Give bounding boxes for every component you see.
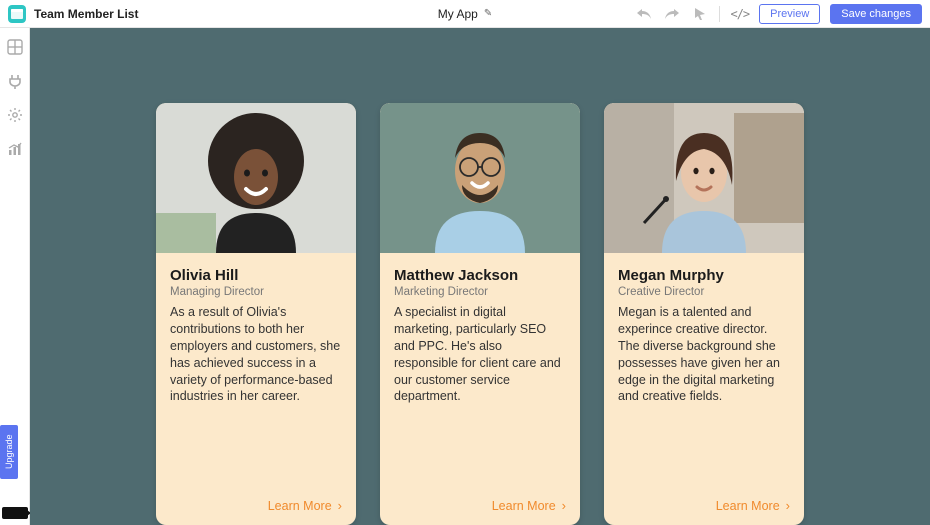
bottom-badge-icon[interactable] bbox=[2, 507, 28, 519]
main: Upgrade Oliv bbox=[0, 28, 930, 525]
plugin-icon[interactable] bbox=[6, 72, 24, 90]
learn-more-link[interactable]: Learn More › bbox=[716, 484, 790, 513]
card-body: Olivia Hill Managing Director As a resul… bbox=[156, 253, 356, 525]
member-bio: A specialist in digital marketing, parti… bbox=[394, 304, 566, 405]
save-button[interactable]: Save changes bbox=[830, 4, 922, 24]
topbar: Team Member List My App ✎ </> Preview Sa… bbox=[0, 0, 930, 28]
learn-more-link[interactable]: Learn More › bbox=[492, 484, 566, 513]
undo-icon[interactable] bbox=[635, 5, 653, 23]
app-logo[interactable] bbox=[8, 5, 26, 23]
team-card[interactable]: Matthew Jackson Marketing Director A spe… bbox=[380, 103, 580, 525]
settings-icon[interactable] bbox=[6, 106, 24, 124]
cursor-icon[interactable] bbox=[691, 5, 709, 23]
member-photo bbox=[156, 103, 356, 253]
app-name-group[interactable]: My App ✎ bbox=[438, 7, 492, 21]
chevron-right-icon: › bbox=[786, 498, 790, 513]
learn-more-label: Learn More bbox=[716, 499, 780, 513]
edit-icon[interactable]: ✎ bbox=[484, 8, 492, 19]
card-body: Matthew Jackson Marketing Director A spe… bbox=[380, 253, 580, 525]
chevron-right-icon: › bbox=[562, 498, 566, 513]
member-name: Matthew Jackson bbox=[394, 267, 566, 284]
learn-more-label: Learn More bbox=[492, 499, 556, 513]
card-body: Megan Murphy Creative Director Megan is … bbox=[604, 253, 804, 525]
member-photo bbox=[380, 103, 580, 253]
chevron-right-icon: › bbox=[338, 498, 342, 513]
member-role: Marketing Director bbox=[394, 286, 566, 298]
member-bio: As a result of Olivia's contributions to… bbox=[170, 304, 342, 405]
team-card[interactable]: Megan Murphy Creative Director Megan is … bbox=[604, 103, 804, 525]
redo-icon[interactable] bbox=[663, 5, 681, 23]
team-card[interactable]: Olivia Hill Managing Director As a resul… bbox=[156, 103, 356, 525]
member-name: Olivia Hill bbox=[170, 267, 342, 284]
analytics-icon[interactable] bbox=[6, 140, 24, 158]
page-title: Team Member List bbox=[34, 7, 138, 21]
card-row: Olivia Hill Managing Director As a resul… bbox=[156, 103, 804, 525]
divider bbox=[719, 6, 720, 22]
member-role: Creative Director bbox=[618, 286, 790, 298]
code-icon[interactable]: </> bbox=[730, 7, 749, 21]
member-role: Managing Director bbox=[170, 286, 342, 298]
layout-icon[interactable] bbox=[6, 38, 24, 56]
topbar-actions: </> Preview Save changes bbox=[635, 4, 922, 24]
member-photo bbox=[604, 103, 804, 253]
member-bio: Megan is a talented and experince creati… bbox=[618, 304, 790, 405]
app-name: My App bbox=[438, 7, 478, 21]
learn-more-link[interactable]: Learn More › bbox=[268, 484, 342, 513]
upgrade-button[interactable]: Upgrade bbox=[0, 425, 18, 479]
member-name: Megan Murphy bbox=[618, 267, 790, 284]
learn-more-label: Learn More bbox=[268, 499, 332, 513]
sidebar: Upgrade bbox=[0, 28, 30, 525]
canvas[interactable]: Olivia Hill Managing Director As a resul… bbox=[30, 28, 930, 525]
preview-button[interactable]: Preview bbox=[759, 4, 820, 24]
